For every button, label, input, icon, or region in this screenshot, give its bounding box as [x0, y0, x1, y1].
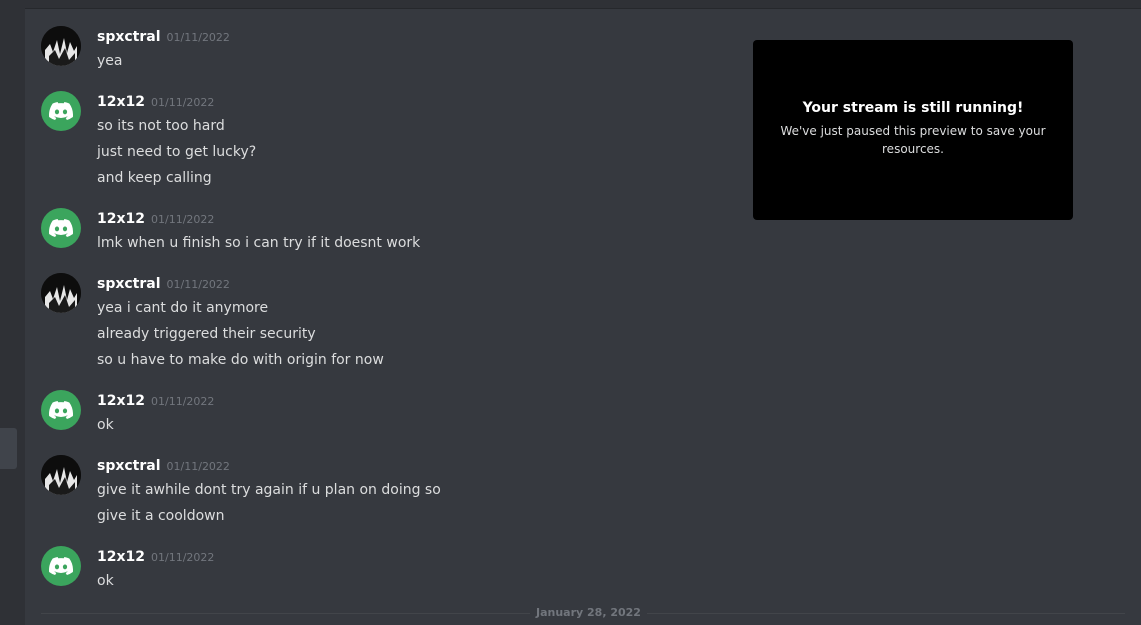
username[interactable]: 12x12	[97, 549, 145, 565]
message-text: already triggered their security	[97, 326, 316, 342]
discord-logo-icon	[49, 401, 73, 419]
username[interactable]: 12x12	[97, 211, 145, 227]
avatar[interactable]	[41, 26, 81, 66]
username[interactable]: 12x12	[97, 393, 145, 409]
timestamp: 01/11/2022	[166, 278, 230, 291]
message-text: and keep calling	[97, 170, 212, 186]
spxctral-avatar-icon	[41, 455, 81, 495]
discord-logo-icon	[49, 557, 73, 575]
avatar[interactable]	[41, 273, 81, 313]
discord-logo-icon	[49, 219, 73, 237]
timestamp: 01/11/2022	[151, 213, 215, 226]
date-divider-label: January 28, 2022	[530, 606, 647, 619]
side-strip-tab[interactable]	[0, 428, 17, 469]
spxctral-avatar-icon	[41, 26, 81, 66]
message-text: yea	[97, 53, 123, 69]
side-strip	[0, 0, 25, 625]
stream-preview-title: Your stream is still running!	[802, 100, 1024, 116]
message-text: give it awhile dont try again if u plan …	[97, 482, 441, 498]
message-text: ok	[97, 417, 114, 433]
avatar[interactable]	[41, 390, 81, 430]
message-text: so u have to make do with origin for now	[97, 352, 384, 368]
stream-preview-subtitle: We've just paused this preview to save y…	[780, 124, 1046, 156]
message-text: lmk when u finish so i can try if it doe…	[97, 235, 421, 251]
username[interactable]: spxctral	[97, 458, 161, 474]
message-text: yea i cant do it anymore	[97, 300, 269, 316]
timestamp: 01/11/2022	[166, 31, 230, 44]
avatar[interactable]	[41, 208, 81, 248]
timestamp: 01/11/2022	[166, 460, 230, 473]
discord-logo-icon	[49, 102, 73, 120]
timestamp: 01/11/2022	[151, 551, 215, 564]
message-text: give it a cooldown	[97, 508, 225, 524]
timestamp: 01/11/2022	[151, 96, 215, 109]
stream-preview[interactable]: Your stream is still running! We've just…	[753, 40, 1073, 220]
timestamp: 01/11/2022	[151, 395, 215, 408]
message-text: ok	[97, 573, 114, 589]
avatar[interactable]	[41, 455, 81, 495]
username[interactable]: spxctral	[97, 29, 161, 45]
avatar[interactable]	[41, 91, 81, 131]
avatar[interactable]	[41, 546, 81, 586]
message-text: just need to get lucky?	[97, 144, 257, 160]
message-text: so its not too hard	[97, 118, 225, 134]
username[interactable]: spxctral	[97, 276, 161, 292]
spxctral-avatar-icon	[41, 273, 81, 313]
username[interactable]: 12x12	[97, 94, 145, 110]
